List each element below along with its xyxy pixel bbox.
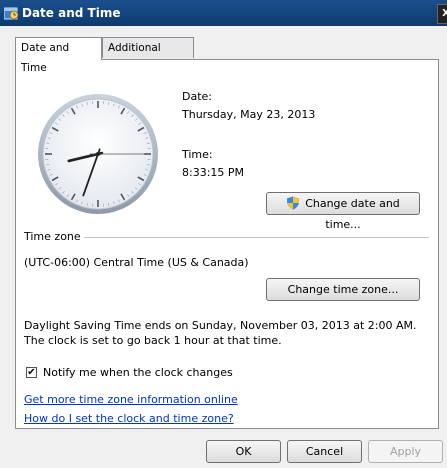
analog-clock	[38, 94, 158, 214]
cancel-button[interactable]: Cancel	[287, 440, 362, 463]
date-value: Thursday, May 23, 2013	[182, 108, 316, 121]
time-value: 8:33:15 PM	[182, 166, 245, 179]
uac-shield-icon	[287, 196, 300, 210]
time-zone-divider	[84, 237, 429, 238]
apply-button[interactable]: Apply	[368, 440, 443, 463]
notify-checkbox[interactable]: ✔	[26, 367, 37, 378]
date-time-dialog: Date and Time X Date and Time Additional…	[0, 0, 447, 468]
how-to-link[interactable]: How do I set the clock and time zone?	[24, 412, 234, 425]
date-time-app-icon	[4, 7, 19, 20]
time-zone-value: (UTC-06:00) Central Time (US & Canada)	[24, 256, 249, 269]
window-title: Date and Time	[22, 6, 121, 20]
title-bar[interactable]: Date and Time X	[0, 0, 447, 26]
change-time-zone-button[interactable]: Change time zone...	[266, 278, 420, 301]
change-date-time-button[interactable]: Change date and time...	[266, 192, 420, 231]
dst-message: Daylight Saving Time ends on Sunday, Nov…	[24, 319, 417, 347]
ok-button[interactable]: OK	[206, 440, 281, 463]
notify-label[interactable]: Notify me when the clock changes	[43, 366, 233, 379]
date-label: Date:	[182, 90, 212, 103]
time-zone-section-label: Time zone	[24, 230, 81, 243]
tab-date-and-time[interactable]: Date and Time	[15, 37, 102, 74]
change-date-time-label: Change date and time...	[305, 197, 400, 231]
clock-center-pin	[96, 152, 100, 156]
time-label: Time:	[182, 148, 213, 161]
tab-panel: Date: Thursday, May 23, 2013 Time: 8:33:…	[15, 59, 439, 429]
more-info-link[interactable]: Get more time zone information online	[24, 393, 238, 406]
close-button[interactable]: X	[437, 4, 447, 24]
tab-additional-clocks[interactable]: Additional Clocks	[102, 37, 194, 74]
